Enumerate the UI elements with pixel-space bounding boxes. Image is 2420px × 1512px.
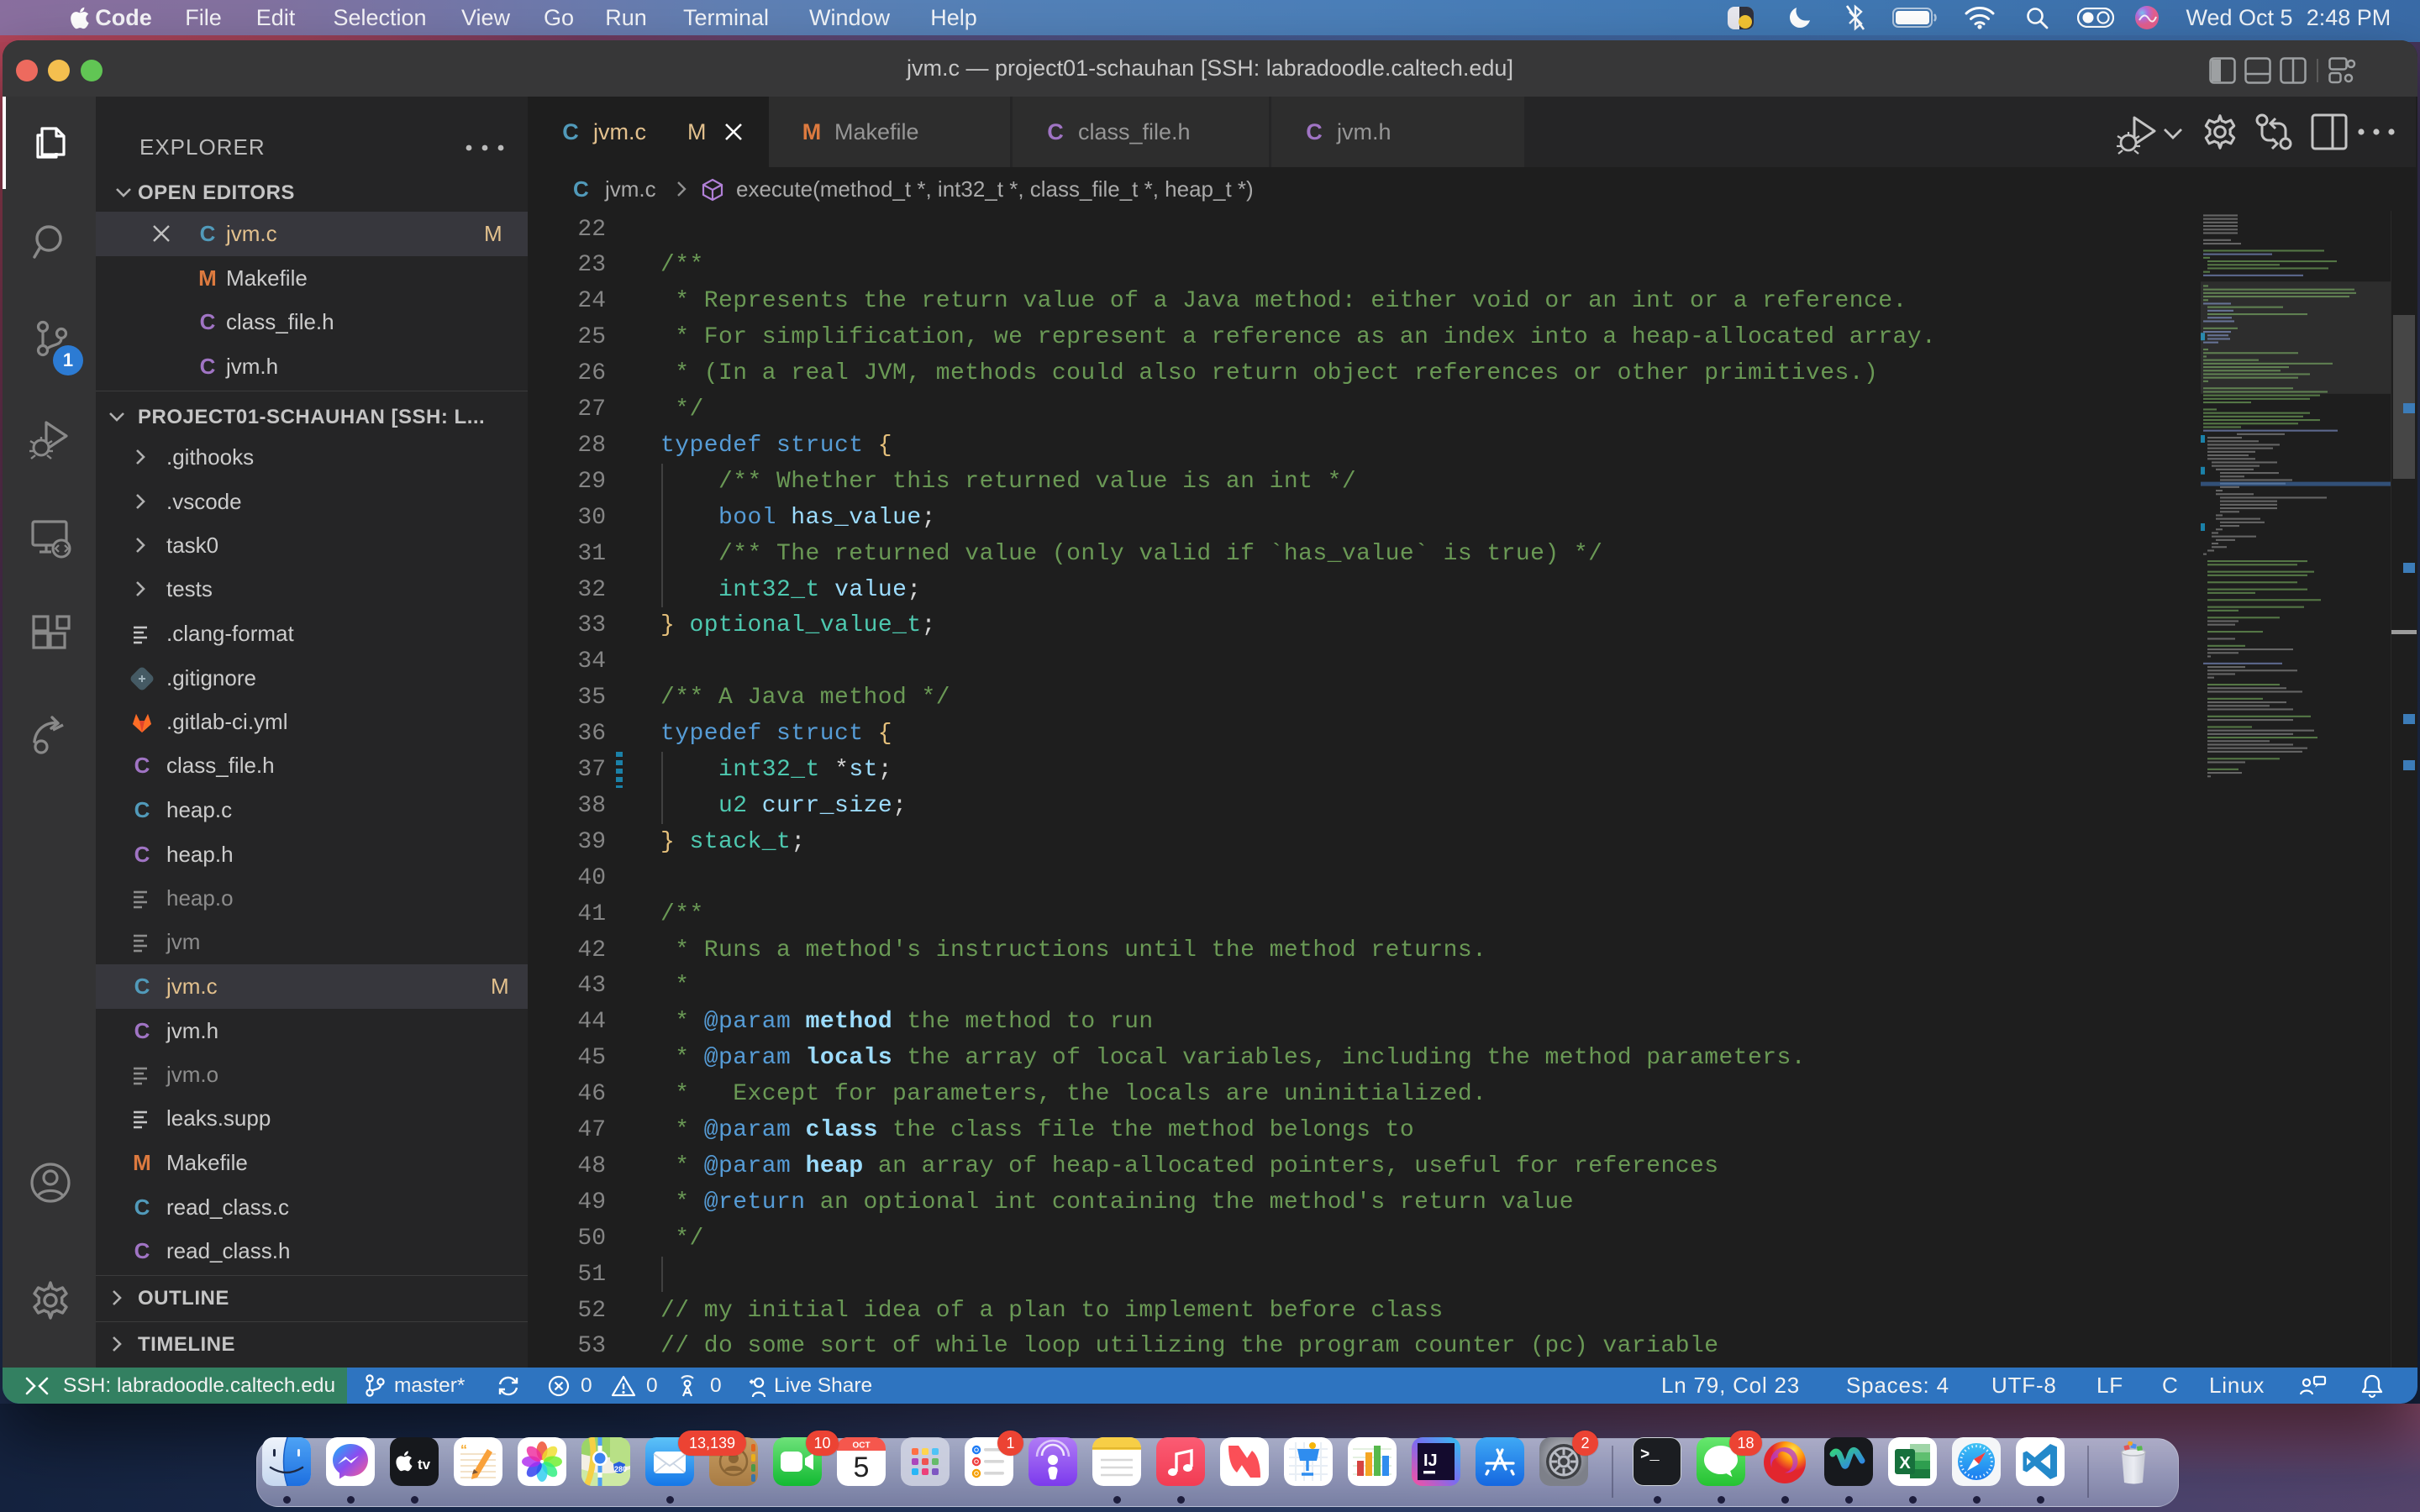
svg-text:5: 5 [854, 1452, 870, 1483]
svg-text:280: 280 [614, 1465, 627, 1473]
svg-text:tv: tv [418, 1457, 431, 1473]
svg-text:>_: >_ [1640, 1446, 1660, 1464]
svg-text:IJ: IJ [1423, 1452, 1438, 1470]
svg-text:OCT: OCT [852, 1441, 870, 1451]
svg-text:“: “ [460, 1443, 467, 1457]
svg-text:X: X [1899, 1454, 1911, 1473]
